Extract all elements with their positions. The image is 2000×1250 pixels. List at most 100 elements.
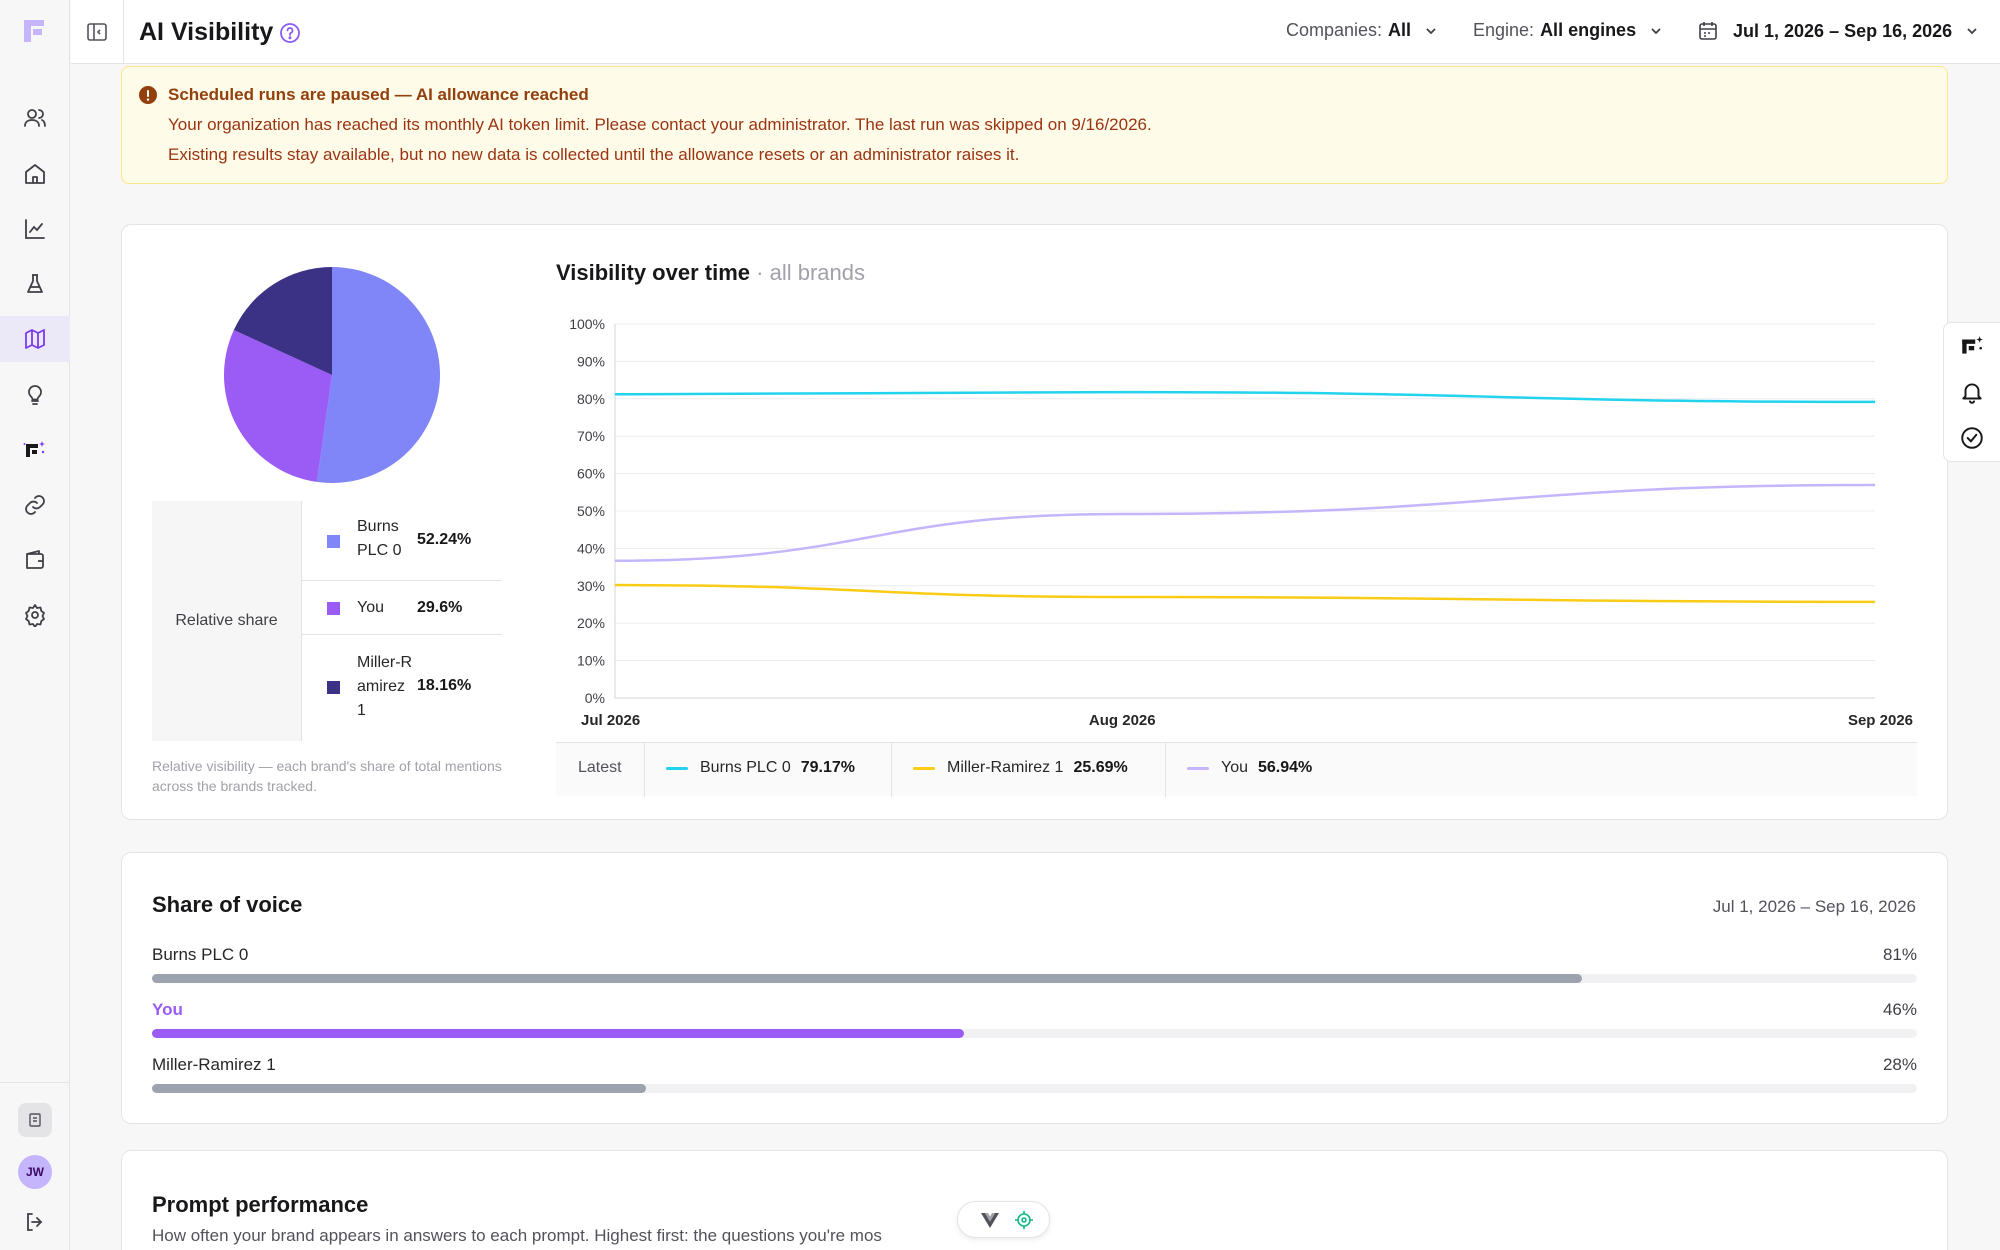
chart-subtitle: · all brands — [756, 260, 865, 285]
y-tick-label: 10% — [577, 653, 605, 669]
y-tick-label: 60% — [577, 466, 605, 482]
sidebar-divider — [0, 1082, 70, 1083]
companies-filter[interactable]: Companies: All — [1286, 20, 1439, 41]
nav-ideas[interactable] — [0, 372, 70, 418]
legend-name: You — [1221, 759, 1248, 776]
legend-line — [1187, 766, 1209, 770]
sov-track — [152, 1029, 1917, 1038]
sov-name: Burns PLC 0 — [152, 945, 249, 964]
relative-share-pie-chart — [224, 267, 440, 483]
pie-slice-0 — [316, 267, 440, 483]
share-name: Burns PLC 0 — [357, 518, 402, 559]
y-tick-label: 30% — [577, 578, 605, 594]
y-tick-label: 40% — [577, 540, 605, 556]
y-tick-label: 70% — [577, 428, 605, 444]
link-icon — [25, 495, 45, 515]
series-line-1 — [614, 583, 1876, 604]
relative-share-label: Relative share — [152, 501, 302, 741]
allowance-alert: Scheduled runs are paused — AI allowance… — [121, 66, 1948, 184]
target-icon[interactable] — [1014, 1210, 1034, 1230]
user-avatar[interactable]: JW — [18, 1155, 52, 1189]
nav-links[interactable] — [0, 482, 70, 528]
companies-filter-value: All — [1388, 20, 1412, 40]
nav-settings[interactable] — [0, 592, 70, 638]
series-line-0 — [614, 390, 1876, 404]
prompt-performance-title: Prompt performance — [152, 1192, 369, 1217]
nav-home[interactable] — [0, 151, 70, 197]
relative-share-note: Relative visibility — each brand's share… — [152, 758, 502, 794]
share-row-miller: Miller-Ramirez 1 18.16% — [302, 635, 502, 741]
legend-swatch — [327, 602, 340, 615]
share-of-voice-title: Share of voice — [152, 892, 303, 917]
chevron-down-icon — [1651, 27, 1661, 34]
chevron-down-icon — [1426, 27, 1436, 34]
sov-percent: 81% — [1882, 945, 1917, 964]
lightbulb-icon — [28, 385, 42, 405]
gear-icon — [25, 604, 45, 627]
legend-divider — [1165, 743, 1166, 797]
vue-logo-icon[interactable] — [980, 1210, 1000, 1230]
sov-percent: 28% — [1882, 1055, 1917, 1074]
legend-line — [913, 766, 935, 770]
y-tick-label: 50% — [577, 503, 605, 519]
line-chart-icon — [25, 219, 45, 239]
alert-message-line-2: Existing results stay available, but no … — [168, 145, 1020, 164]
share-row-you: You 29.6% — [302, 581, 502, 635]
calendar-icon — [1699, 22, 1717, 40]
y-tick-label: 0% — [585, 690, 605, 706]
alert-circle-icon — [139, 86, 157, 104]
help-icon[interactable] — [279, 22, 301, 44]
brand-sparkle-icon — [23, 441, 45, 457]
companies-filter-label: Companies: — [1286, 20, 1383, 40]
sov-name: You — [152, 1000, 183, 1019]
nav-map[interactable] — [0, 316, 70, 362]
bell-icon[interactable] — [1959, 379, 1985, 405]
date-range-picker[interactable]: Jul 1, 2026 – Sep 16, 2026 — [1697, 20, 1980, 42]
nav-analytics[interactable] — [0, 206, 70, 252]
share-of-voice-date-range: Jul 1, 2026 – Sep 16, 2026 — [1712, 897, 1916, 916]
engine-filter[interactable]: Engine: All engines — [1473, 20, 1664, 41]
y-tick-label: 100% — [569, 316, 605, 332]
legend-value: 25.69% — [1073, 759, 1128, 776]
legend-value: 56.94% — [1258, 759, 1313, 776]
legend-item-you: You 56.94% — [1187, 759, 1312, 777]
document-button[interactable] — [18, 1103, 52, 1137]
check-circle-icon[interactable] — [1959, 425, 1985, 451]
sov-track — [152, 974, 1917, 983]
nav-experiments[interactable] — [0, 261, 70, 307]
floating-tools — [1943, 322, 2000, 462]
app-logo-icon[interactable] — [22, 18, 48, 44]
nav-users[interactable] — [0, 95, 70, 141]
share-percent: 18.16% — [417, 677, 472, 694]
share-percent: 52.24% — [417, 531, 472, 548]
document-icon — [29, 1113, 41, 1127]
y-tick-label: 90% — [577, 353, 605, 369]
legend-swatch — [327, 681, 340, 694]
sov-percent: 46% — [1882, 1000, 1917, 1019]
legend-value: 79.17% — [800, 759, 855, 776]
nav-wallet[interactable] — [0, 537, 70, 583]
legend-divider — [891, 743, 892, 797]
nav-ai-visibility[interactable] — [0, 427, 70, 473]
sidebar-toggle-icon[interactable] — [85, 20, 109, 44]
engine-filter-value: All engines — [1540, 20, 1637, 40]
brand-sparkle-icon[interactable] — [1959, 333, 1985, 359]
y-tick-label: 80% — [577, 391, 605, 407]
sov-fill-bar — [152, 1084, 647, 1093]
chart-title-text: Visibility over time — [556, 260, 751, 285]
series-line-2 — [614, 483, 1876, 562]
visibility-chart-title: Visibility over time · all brands — [556, 260, 865, 286]
prompt-performance-description: How often your brand appears in answers … — [152, 1226, 882, 1245]
legend-name: Miller-Ramirez 1 — [947, 759, 1064, 776]
alert-message-line-1: Your organization has reached its monthl… — [168, 115, 1152, 134]
logout-icon[interactable] — [23, 1210, 47, 1234]
alert-title: Scheduled runs are paused — AI allowance… — [168, 85, 589, 104]
y-tick-label: 20% — [577, 615, 605, 631]
legend-line — [666, 766, 688, 770]
x-tick-label: Jul 2026 — [581, 712, 640, 729]
map-icon — [25, 329, 45, 349]
latest-legend: Latest Burns PLC 0 79.17% Miller-Ramirez… — [556, 742, 1917, 797]
sov-fill-bar — [152, 974, 1582, 983]
sov-track — [152, 1084, 1917, 1093]
share-row-burns: Burns PLC 0 52.24% — [302, 501, 502, 581]
